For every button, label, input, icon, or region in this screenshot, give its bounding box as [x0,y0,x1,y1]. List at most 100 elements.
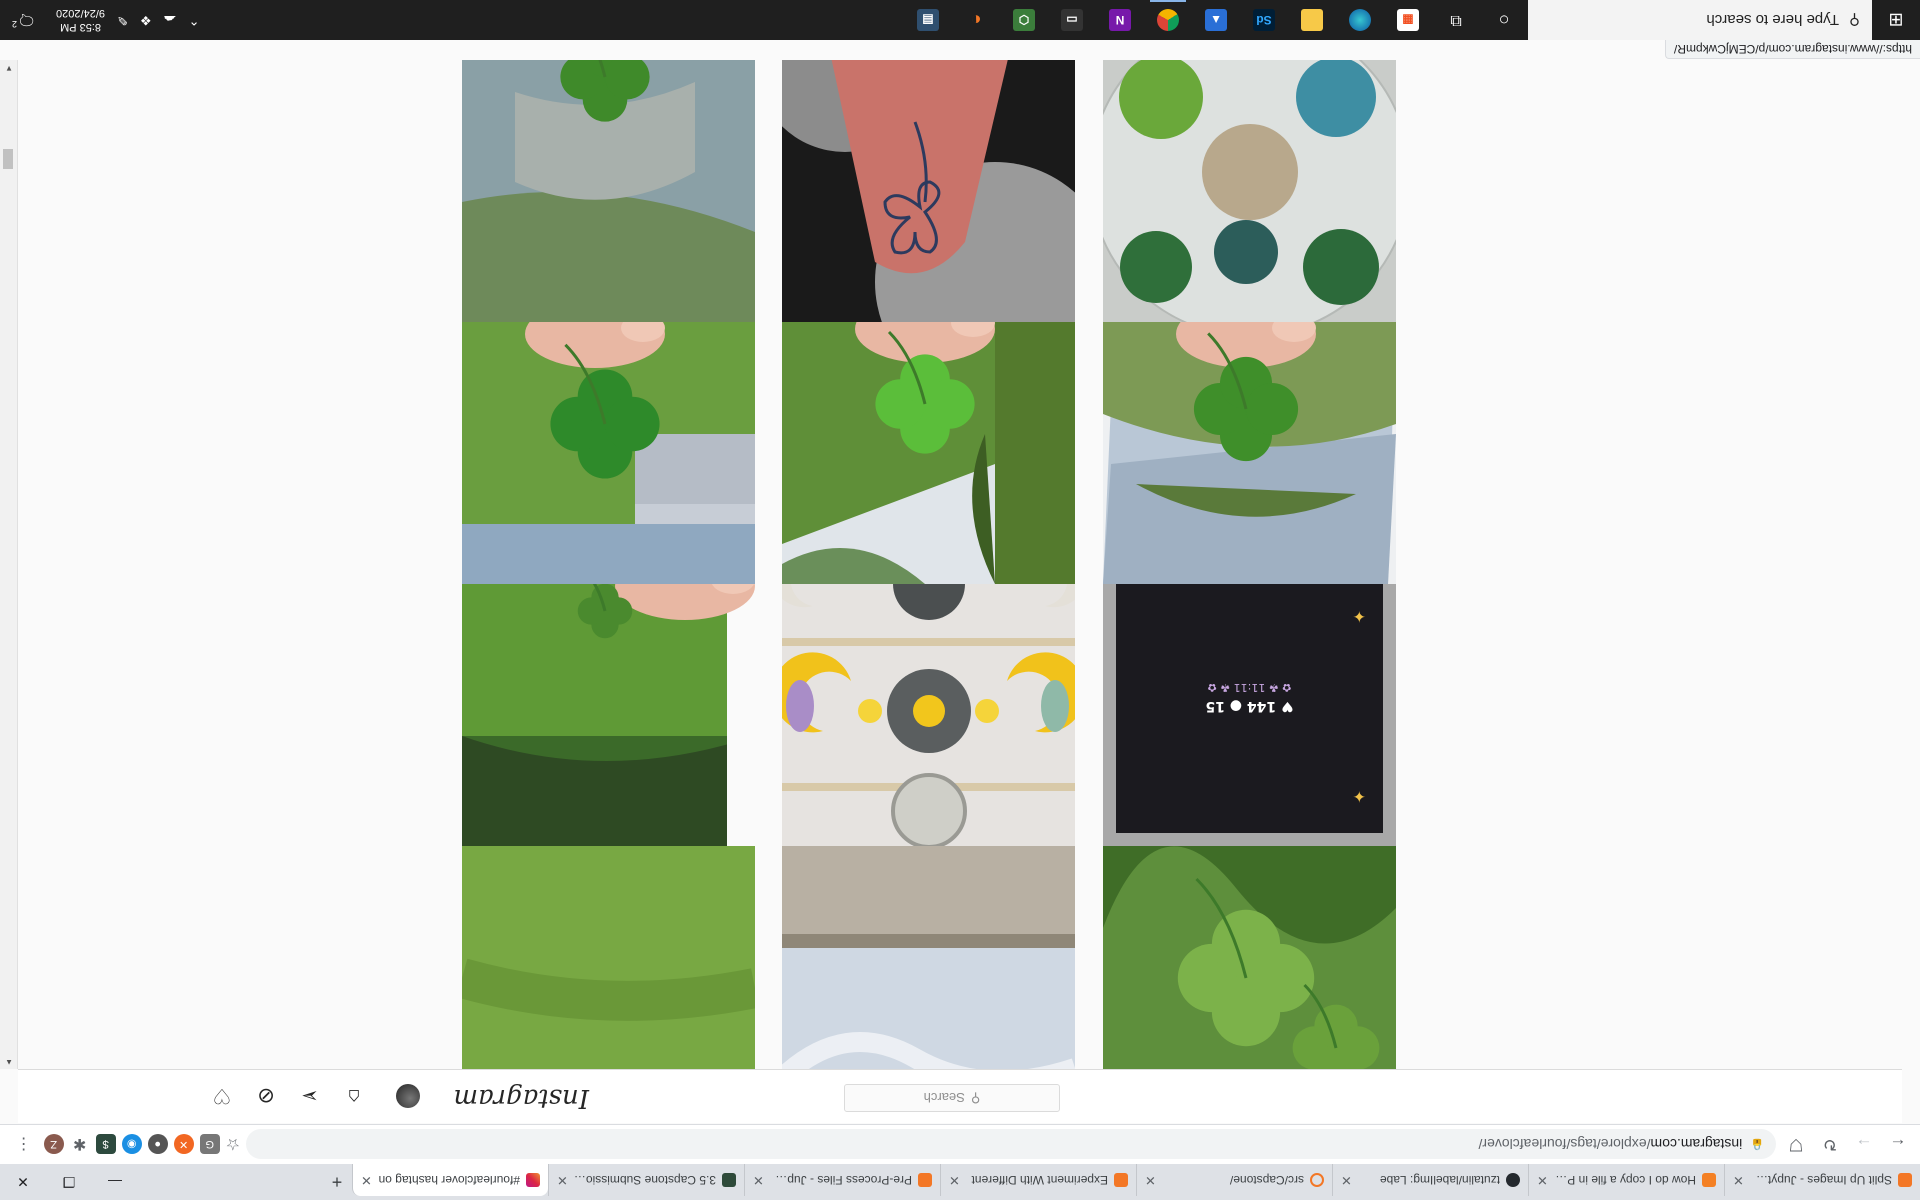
tab-title: tzutalin/labelImg: Labe [1379,1173,1500,1187]
back-icon[interactable]: ← [1884,1131,1912,1159]
jupyter-icon [1114,1173,1128,1187]
onedrive-icon[interactable]: ☁ [164,12,177,28]
post-thumbnail-beaded-clovers[interactable] [1103,60,1396,322]
scrollbar-thumb[interactable] [3,149,13,169]
onenote-icon[interactable]: N [1096,0,1144,40]
forward-icon[interactable]: → [1850,1131,1878,1159]
jupyter-app-icon[interactable]: ◐ [952,0,1000,40]
direct-message-icon[interactable]: ➢ [297,1083,323,1109]
windows-taskbar: ⊞ ⚲ Type here to search ○ ⧉ ▦ Sd ▲ N ▭ ⬡… [0,0,1920,40]
shield-icon[interactable]: ⛉ [1782,1131,1810,1159]
clock-time: 8:53 PM [60,21,102,33]
post-thumbnail-clover-hand-house[interactable] [462,291,755,584]
tab-title: 3.5 Capstone Submission - [573,1173,716,1187]
post-thumbnail-letterboard[interactable]: ♥ 144 ● 15 ✿ ☘ 11:11 ☘ ✿ ✦ ✦ [1103,553,1396,846]
extension-x-icon[interactable]: ✕ [173,1134,194,1155]
close-tab-icon[interactable]: ✕ [949,1172,960,1188]
instagram-search-input[interactable]: ⚲ Search [844,1084,1060,1112]
page-scrollbar[interactable]: ▲ ▼ [0,60,18,1069]
search-icon: ⚲ [1849,11,1860,28]
tab-title: Pre-Process Files - Jupyter [769,1173,912,1187]
show-hidden-icons-chevron-icon[interactable]: ⌃ [189,12,200,28]
chrome-icon[interactable] [1144,0,1192,40]
close-tab-icon[interactable]: ✕ [753,1172,764,1188]
scroll-down-arrow-icon[interactable]: ▼ [5,64,13,73]
close-window-icon[interactable]: ✕ [0,1174,46,1191]
post-thumbnail-building-sky[interactable] [782,815,1075,1069]
post-thumbnail-clover-field[interactable] [462,553,755,846]
post-image [1103,291,1396,584]
post-image [782,815,1075,1069]
browser-menu-icon[interactable]: ⋮ [16,1135,32,1155]
extension-g-icon[interactable]: G [199,1134,220,1155]
photos-icon[interactable]: ▲ [1192,0,1240,40]
cortana-icon[interactable]: ○ [1480,10,1528,31]
scroll-up-arrow-icon[interactable]: ▲ [5,1058,13,1067]
store-app-icon[interactable]: ▦ [1384,0,1432,40]
address-bar[interactable]: 🔒 instagram.com/explore/tags/fourleafclo… [246,1129,1776,1160]
instagram-logo[interactable]: Instagram [453,1083,589,1113]
dropbox-icon[interactable]: ❖ [140,12,152,28]
home-icon[interactable]: ⌂ [341,1083,367,1109]
post-thumbnail-clover-hand-tilted[interactable] [1103,291,1396,584]
browser-tab[interactable]: src/Capstone/ ✕ [1136,1164,1332,1196]
close-tab-icon[interactable]: ✕ [1145,1172,1156,1188]
jupyter-icon [1898,1173,1912,1187]
browser-tab[interactable]: 3.5 Capstone Submission - ✕ [548,1164,744,1196]
browser-tab-active[interactable]: #fourleafclover hashtag on ✕ [352,1164,548,1196]
explore-grid: ♥ 144 ● 15 ✿ ☘ 11:11 ☘ ✿ ✦ ✦ [0,60,1920,1069]
extension-money-icon[interactable]: $ [95,1134,116,1155]
terminal-icon[interactable]: ▭ [1048,0,1096,40]
close-tab-icon[interactable]: ✕ [1733,1172,1744,1188]
file-explorer-icon[interactable] [1288,0,1336,40]
extensions-puzzle-icon[interactable]: ✱ [70,1135,90,1155]
tab-title: src/Capstone/ [1229,1173,1304,1187]
search-placeholder: Search [923,1090,965,1106]
store-grid-icon[interactable]: ▤ [904,0,952,40]
system-tray: ⌃ ☁ ❖ ✎ 8:53 PM 9/24/2020 🗨2 [0,6,199,34]
extension-circle-icon[interactable]: ● [147,1134,168,1155]
taskbar-search-box[interactable]: ⚲ Type here to search [1528,0,1872,40]
browser-tab[interactable]: Split Up Images - Jupyter N ✕ [1724,1164,1920,1196]
bookmark-star-icon[interactable]: ☆ [226,1135,240,1155]
notification-center-icon[interactable]: 🗨2 [12,11,36,29]
profile-avatar[interactable]: Z [43,1134,64,1155]
restore-icon[interactable]: ❐ [46,1174,92,1191]
photoshop-icon[interactable]: Sd [1240,0,1288,40]
address-path: /explore/tags/fourleafclover/ [1478,1136,1651,1153]
anaconda-icon[interactable]: ⬡ [1000,0,1048,40]
post-thumbnail-clover-hand-river[interactable] [462,60,755,322]
windows-start-icon[interactable]: ⊞ [1872,0,1920,40]
task-view-icon[interactable]: ⧉ [1432,11,1480,29]
close-tab-icon[interactable]: ✕ [1341,1172,1352,1188]
post-image [462,291,755,584]
edge-icon[interactable] [1336,0,1384,40]
close-tab-icon[interactable]: ✕ [361,1172,372,1188]
new-tab-button[interactable]: + [322,1172,352,1193]
document-icon [722,1173,736,1187]
tab-title: Split Up Images - Jupyter N [1749,1173,1892,1187]
explore-compass-icon[interactable]: ⊘ [253,1083,279,1109]
post-image [782,553,1075,846]
browser-tab[interactable]: Experiment With Different ✕ [940,1164,1136,1196]
instagram-icon [526,1173,540,1187]
post-thumbnail-grass-plain[interactable] [462,815,755,1069]
post-thumbnail-resin-moons[interactable] [782,553,1075,846]
close-tab-icon[interactable]: ✕ [557,1172,568,1188]
post-thumbnail-clover-grass[interactable] [1103,815,1396,1069]
pen-icon[interactable]: ✎ [117,12,128,28]
minimize-icon[interactable]: — [92,1174,138,1190]
taskbar-clock[interactable]: 8:53 PM 9/24/2020 [56,6,105,34]
browser-tab[interactable]: How do I copy a file in Pyth ✕ [1528,1164,1724,1196]
browser-tab[interactable]: Pre-Process Files - Jupyter ✕ [744,1164,940,1196]
post-image [462,553,755,846]
browser-tab[interactable]: tzutalin/labelImg: Labe ✕ [1332,1164,1528,1196]
close-tab-icon[interactable]: ✕ [1537,1172,1548,1188]
post-thumbnail-clover-hand-trees[interactable] [782,291,1075,584]
post-thumbnail-tattoo-moon[interactable] [782,60,1075,322]
reload-icon[interactable]: ↻ [1816,1131,1844,1159]
activity-heart-icon[interactable]: ♡ [209,1083,235,1109]
extension-blue-icon[interactable]: ◉ [121,1134,142,1155]
profile-avatar[interactable] [396,1084,420,1108]
post-image [462,60,755,322]
